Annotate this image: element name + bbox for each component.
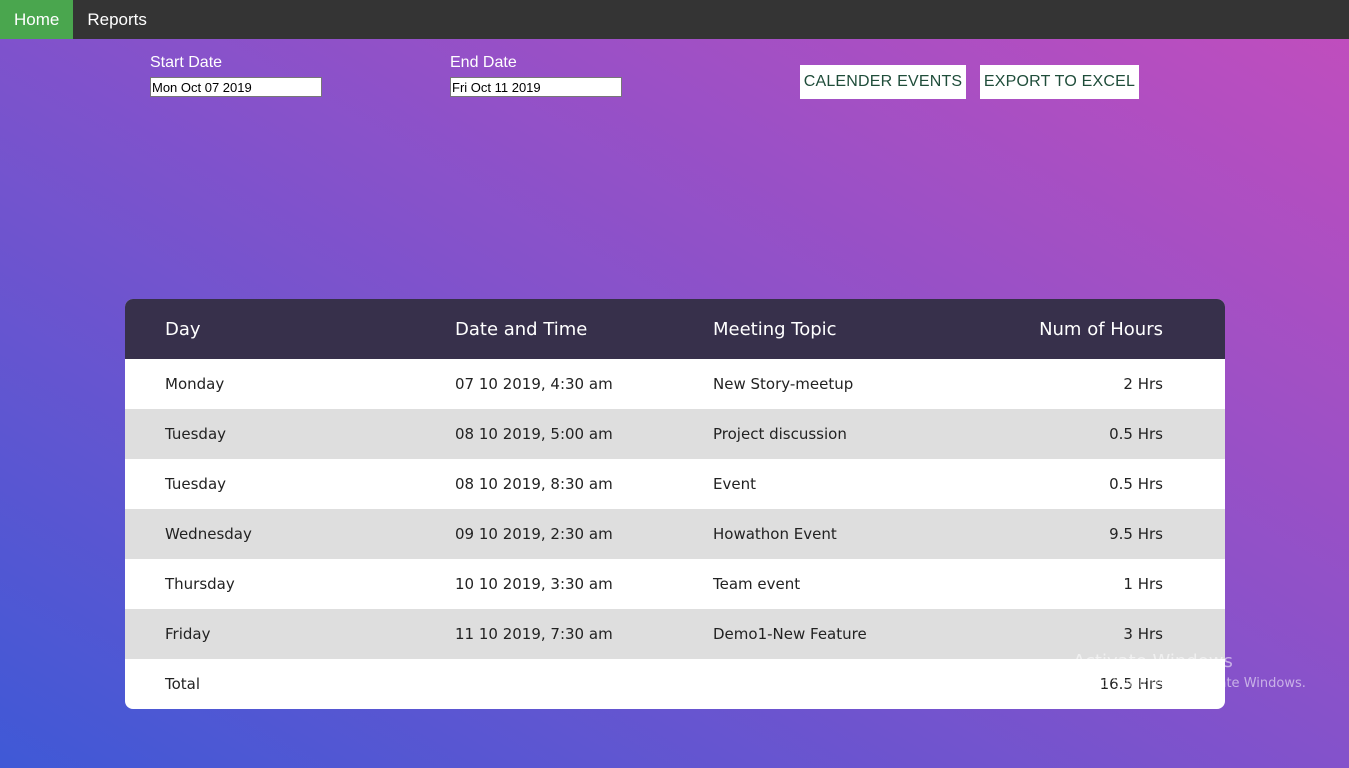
table-row: Friday 11 10 2019, 7:30 am Demo1-New Fea…	[125, 609, 1225, 659]
calendar-events-button[interactable]: CALENDER EVENTS	[800, 65, 966, 99]
cell-date-time: 08 10 2019, 8:30 am	[455, 475, 613, 493]
end-date-input[interactable]	[450, 77, 622, 97]
cell-meeting-topic: New Story-meetup	[713, 375, 854, 393]
cell-num-hours: 1 Hrs	[1123, 575, 1163, 593]
cell-date-time: 10 10 2019, 3:30 am	[455, 575, 613, 593]
cell-date-time: 11 10 2019, 7:30 am	[455, 625, 613, 643]
cell-num-hours: 0.5 Hrs	[1109, 425, 1163, 443]
header-day: Day	[165, 318, 201, 340]
cell-meeting-topic: Demo1-New Feature	[713, 625, 867, 643]
cell-num-hours: 9.5 Hrs	[1109, 525, 1163, 543]
end-date-label: End Date	[450, 54, 517, 71]
watermark-subtitle: Go to Settings to activate Windows.	[1073, 676, 1306, 691]
total-row: Total 16.5 Hrs	[125, 659, 1225, 709]
table-header: Day Date and Time Meeting Topic Num of H…	[125, 299, 1225, 359]
cell-day: Tuesday	[165, 475, 227, 493]
cell-day: Thursday	[165, 575, 235, 593]
export-excel-button[interactable]: EXPORT TO EXCEL	[980, 65, 1139, 99]
cell-num-hours: 2 Hrs	[1123, 375, 1163, 393]
total-label: Total	[165, 675, 201, 693]
cell-meeting-topic: Team event	[713, 575, 801, 593]
cell-meeting-topic: Event	[713, 475, 756, 493]
cell-day: Wednesday	[165, 525, 252, 543]
header-num-hours: Num of Hours	[1039, 318, 1163, 340]
windows-activation-watermark: Activate Windows Go to Settings to activ…	[1073, 651, 1306, 691]
cell-meeting-topic: Project discussion	[713, 425, 847, 443]
cell-day: Friday	[165, 625, 211, 643]
cell-num-hours: 0.5 Hrs	[1109, 475, 1163, 493]
cell-date-time: 07 10 2019, 4:30 am	[455, 375, 613, 393]
nav-reports[interactable]: Reports	[73, 0, 161, 39]
meetings-table: Day Date and Time Meeting Topic Num of H…	[125, 299, 1225, 709]
header-meeting-topic: Meeting Topic	[713, 318, 837, 340]
top-navbar: Home Reports	[0, 0, 1349, 39]
cell-day: Monday	[165, 375, 225, 393]
cell-date-time: 08 10 2019, 5:00 am	[455, 425, 613, 443]
header-date-time: Date and Time	[455, 318, 588, 340]
table-row: Tuesday 08 10 2019, 8:30 am Event 0.5 Hr…	[125, 459, 1225, 509]
table-row: Thursday 10 10 2019, 3:30 am Team event …	[125, 559, 1225, 609]
table-row: Wednesday 09 10 2019, 2:30 am Howathon E…	[125, 509, 1225, 559]
table-row: Tuesday 08 10 2019, 5:00 am Project disc…	[125, 409, 1225, 459]
cell-day: Tuesday	[165, 425, 227, 443]
start-date-input[interactable]	[150, 77, 322, 97]
nav-home[interactable]: Home	[0, 0, 74, 39]
cell-meeting-topic: Howathon Event	[713, 525, 837, 543]
cell-date-time: 09 10 2019, 2:30 am	[455, 525, 613, 543]
table-row: Monday 07 10 2019, 4:30 am New Story-mee…	[125, 359, 1225, 409]
watermark-title: Activate Windows	[1073, 651, 1233, 672]
start-date-label: Start Date	[150, 54, 223, 71]
